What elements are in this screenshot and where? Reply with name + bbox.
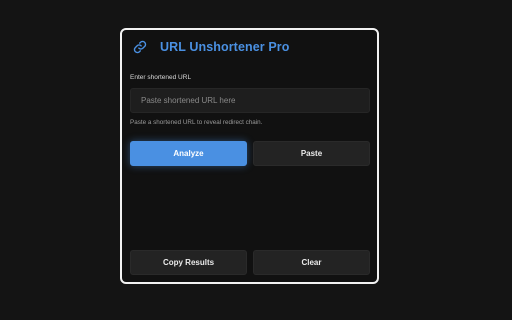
copy-results-button[interactable]: Copy Results — [130, 250, 247, 275]
header: URL Unshortener Pro — [133, 40, 289, 54]
app-title: URL Unshortener Pro — [160, 40, 290, 54]
clear-button[interactable]: Clear — [253, 250, 370, 275]
shortened-url-input[interactable] — [130, 88, 370, 113]
analyze-button[interactable]: Analyze — [130, 141, 247, 166]
paste-button[interactable]: Paste — [253, 141, 370, 166]
extension-popup-panel: URL Unshortener Pro Enter shortened URL … — [120, 28, 379, 284]
input-hint: Paste a shortened URL to reveal redirect… — [130, 119, 263, 126]
link-icon — [133, 40, 147, 54]
url-field-label: Enter shortened URL — [130, 74, 192, 81]
